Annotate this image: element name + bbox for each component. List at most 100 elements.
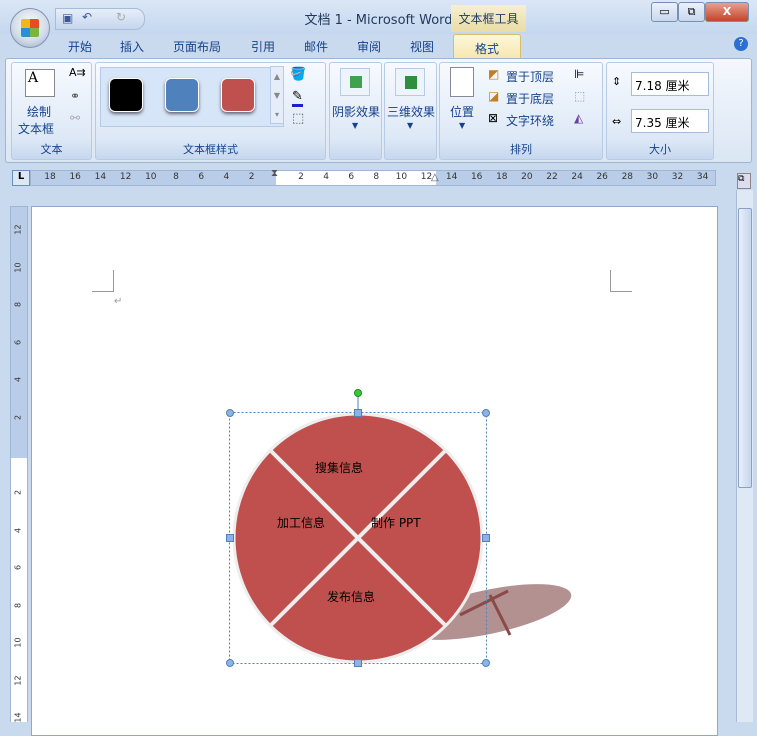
gallery-scroll[interactable]: ▲ ▼ ▾ (270, 66, 284, 124)
group-arrange: 位置 ▼ ◩ 置于顶层 ◪ 置于底层 ⊠ 文字环绕 ⊫ ⬚ ◭ 排列 (439, 62, 603, 160)
save-icon[interactable]: ▣ (62, 11, 73, 25)
text-wrapping-button[interactable]: 文字环绕 (506, 112, 554, 129)
send-back-icon: ◪ (488, 89, 500, 103)
ruler-number: 4 (223, 172, 230, 182)
ruler-number: 2 (248, 172, 255, 182)
width-icon: ⇔ (612, 115, 622, 128)
segment-bottom[interactable]: 发布信息 (327, 588, 375, 605)
bring-to-front-button[interactable]: 置于顶层 (506, 68, 554, 85)
group-shadow: 阴影效果 ▼ (329, 62, 382, 160)
group-text: A 绘制 文本框 A⇉ ⚭ ⚯ 文本 (11, 62, 92, 160)
indent-marker[interactable]: ⧗ (271, 168, 278, 179)
group-3d: 三维效果 ▼ (384, 62, 437, 160)
fill-color-icon[interactable]: 🪣 (290, 67, 306, 82)
ruler-number: 4 (13, 527, 23, 533)
tab-page-layout[interactable]: 页面布局 (173, 38, 221, 55)
office-button[interactable] (10, 8, 50, 48)
tab-view[interactable]: 视图 (410, 38, 434, 55)
ruler-number: 6 (13, 564, 23, 571)
ruler-number: 30 (646, 172, 659, 182)
ruler-number: 12 (119, 172, 132, 182)
right-indent-marker[interactable]: △ (431, 172, 439, 183)
view-ruler-button[interactable]: ⧉ (737, 173, 751, 189)
create-link-icon[interactable]: ⚭ (70, 89, 80, 103)
ruler-number: 24 (571, 172, 583, 182)
scrollbar-thumb[interactable] (738, 208, 752, 488)
chevron-down-icon: ▼ (459, 121, 466, 130)
ruler-number: 12 (13, 674, 23, 686)
ruler-number: 10 (13, 637, 23, 648)
segment-top[interactable]: 搜集信息 (315, 459, 363, 476)
text-direction-icon[interactable]: A⇉ (69, 66, 86, 79)
close-button[interactable]: X (705, 2, 749, 22)
ruler-number: 8 (373, 172, 380, 182)
break-link-icon[interactable]: ⚯ (70, 111, 80, 125)
tab-references[interactable]: 引用 (251, 38, 275, 55)
text-wrap-icon: ⊠ (488, 111, 499, 125)
tab-review[interactable]: 审阅 (357, 38, 381, 55)
3d-effects-button[interactable]: 三维效果 (387, 103, 435, 120)
ruler-number: 18 (496, 172, 508, 182)
tab-selector[interactable]: L (12, 170, 30, 186)
ruler-number: 16 (69, 172, 81, 182)
undo-icon[interactable]: ↶ (82, 10, 92, 24)
quick-access-toolbar: ▣ ↶ ↻ (55, 8, 145, 30)
ruler-number: 20 (521, 172, 533, 182)
ruler-number: 14 (94, 172, 107, 182)
office-logo-icon (21, 19, 39, 37)
position-icon (450, 67, 474, 97)
paragraph-mark: ↵ (114, 296, 123, 307)
ruler-number: 6 (198, 172, 205, 182)
tab-insert[interactable]: 插入 (120, 38, 144, 55)
style-swatch-red[interactable] (221, 78, 255, 112)
ruler-number: 8 (13, 602, 23, 608)
group-label-size: 大小 (649, 143, 671, 156)
redo-icon[interactable]: ↻ (116, 10, 126, 24)
shadow-effects-button[interactable]: 阴影效果 (332, 103, 380, 120)
send-to-back-button[interactable]: 置于底层 (506, 90, 554, 107)
width-value: 7.35 厘米 (635, 116, 690, 130)
ruler-number: 16 (470, 172, 483, 182)
shadow-effects-icon (340, 68, 370, 96)
ruler-number: 4 (13, 376, 23, 383)
ruler-number: 14 (445, 172, 458, 182)
ruler-number: 10 (395, 172, 408, 182)
ruler-number: 22 (546, 172, 558, 182)
margin-mark (92, 270, 114, 292)
style-swatch-black[interactable] (109, 78, 143, 112)
ruler-number: 18 (44, 172, 56, 182)
tab-mailings[interactable]: 邮件 (304, 38, 328, 55)
ruler-number: 2 (13, 489, 23, 496)
minimize-button[interactable]: ▭ (651, 2, 678, 22)
group-label-text: 文本 (40, 143, 63, 156)
height-icon: ⇕ (612, 75, 622, 88)
width-field[interactable]: 7.35 厘米 (631, 109, 709, 133)
rotate-handle[interactable] (354, 389, 362, 397)
segment-left[interactable]: 加工信息 (277, 514, 325, 531)
group-icon[interactable]: ⬚ (574, 89, 585, 103)
draw-textbox-label[interactable]: 绘制 (27, 103, 51, 120)
vertical-scrollbar[interactable] (736, 190, 753, 722)
ruler-number: 34 (696, 172, 709, 182)
tab-format[interactable]: 格式 (453, 34, 521, 60)
line-color-icon[interactable]: ✎ (292, 89, 303, 107)
rotate-icon[interactable]: ◭ (574, 111, 583, 125)
ruler-number: 4 (323, 172, 329, 182)
draw-textbox-button[interactable]: 文本框 (18, 120, 54, 137)
ruler-number: 32 (671, 172, 684, 182)
height-field[interactable]: 7.18 厘米 (631, 72, 709, 96)
ruler-number: 6 (13, 339, 23, 345)
tab-home[interactable]: 开始 (68, 38, 92, 55)
align-icon[interactable]: ⊫ (574, 67, 584, 81)
3d-effects-icon (395, 68, 425, 96)
change-shape-icon[interactable]: ⬚ (292, 111, 304, 126)
help-icon[interactable]: ? (734, 37, 748, 51)
chevron-down-icon: ▼ (352, 121, 359, 130)
position-button[interactable]: 位置 (450, 103, 474, 120)
bring-front-icon: ◩ (488, 67, 500, 81)
segment-right[interactable]: 制作 PPT (371, 514, 421, 531)
restore-button[interactable]: ⧉ (678, 2, 705, 22)
style-swatch-blue[interactable] (165, 78, 199, 112)
ruler-number: 26 (596, 172, 608, 182)
chevron-down-icon: ▼ (407, 121, 414, 130)
